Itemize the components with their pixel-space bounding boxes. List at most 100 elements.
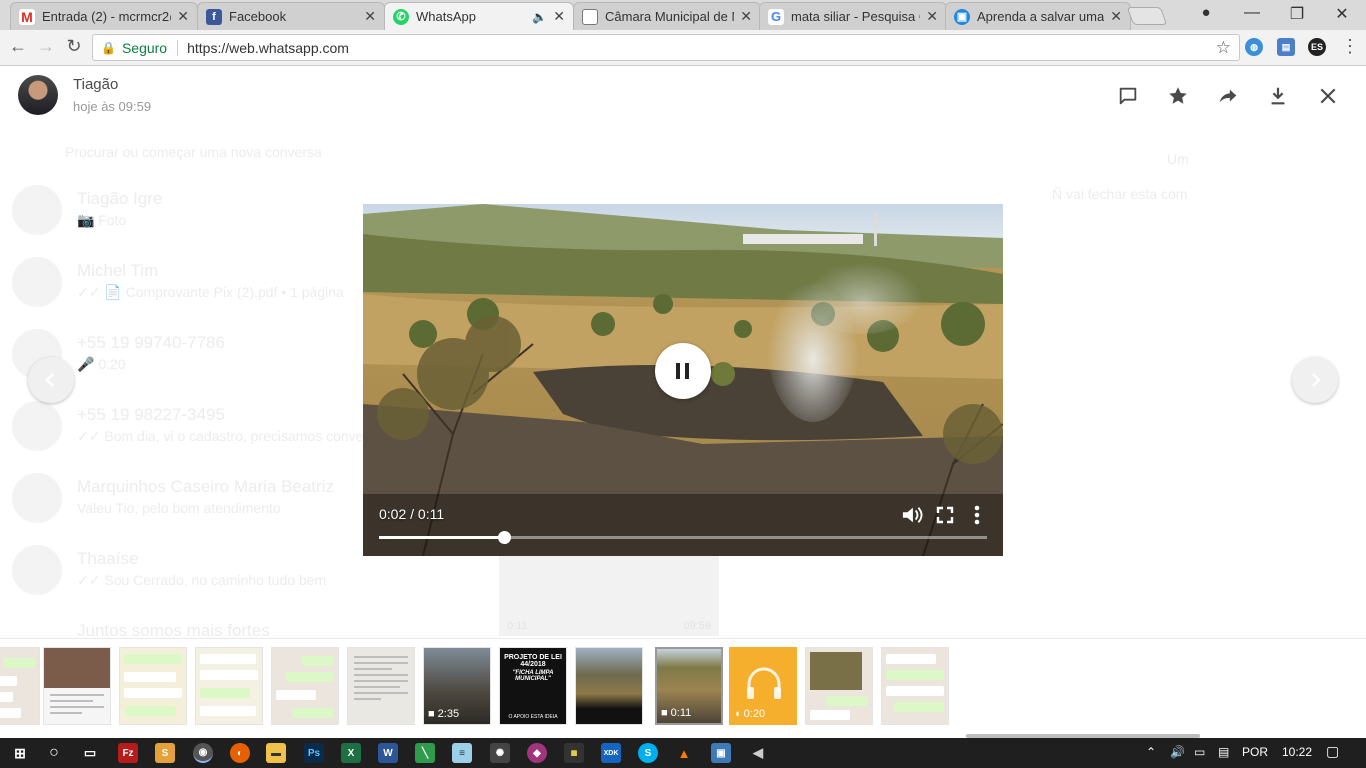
video-duration-label: ■ 2:35 bbox=[428, 708, 460, 720]
media-thumbnail-poster[interactable]: PROJETO DE LEI 44/2018 "FICHA LIMPA MUNI… bbox=[499, 647, 567, 725]
extension-globe-icon[interactable]: ◍ bbox=[1245, 38, 1263, 56]
close-tab-icon[interactable]: ✕ bbox=[926, 8, 938, 25]
tray-expand-icon[interactable]: ⌃ bbox=[1146, 745, 1156, 759]
media-thumbnail-audio[interactable]: ◖ 0:20 bbox=[729, 647, 797, 725]
forward-icon[interactable] bbox=[1216, 84, 1240, 108]
chat-preview: 📷 Foto bbox=[77, 212, 127, 228]
minimize-icon[interactable]: — bbox=[1232, 4, 1272, 22]
close-tab-icon[interactable]: ✕ bbox=[553, 8, 565, 25]
tab-facebook[interactable]: f Facebook ✕ bbox=[197, 2, 385, 30]
previous-media-button[interactable] bbox=[28, 357, 74, 403]
clock[interactable]: 10:22 bbox=[1282, 745, 1312, 759]
audio-duration-label: ◖ 0:20 bbox=[734, 708, 766, 720]
control-panel-icon[interactable]: ▣ bbox=[711, 743, 731, 763]
network-icon[interactable]: ▤ bbox=[1218, 745, 1229, 759]
media-thumbnail[interactable] bbox=[805, 647, 873, 725]
url-text[interactable]: https://web.whatsapp.com bbox=[187, 40, 349, 56]
file-explorer-icon[interactable]: ▬ bbox=[266, 743, 286, 763]
speaker-app-icon[interactable]: ◀ bbox=[748, 743, 768, 763]
page-icon bbox=[582, 8, 598, 25]
profile-icon[interactable]: ● bbox=[1186, 4, 1226, 21]
avatar[interactable] bbox=[18, 75, 58, 115]
notepad-icon[interactable]: ≡ bbox=[452, 743, 472, 763]
firefox-icon[interactable]: ◐ bbox=[230, 743, 250, 763]
forward-icon[interactable]: → bbox=[34, 36, 58, 57]
skype-icon[interactable]: S bbox=[638, 743, 658, 763]
more-options-icon[interactable] bbox=[966, 504, 988, 526]
tab-aprenda[interactable]: ▣ Aprenda a salvar uma co ✕ bbox=[945, 2, 1131, 30]
media-thumbnail[interactable] bbox=[575, 647, 643, 725]
excel-icon[interactable]: X bbox=[341, 743, 361, 763]
whatsapp-app: Procurar ou começar uma nova conversa Ti… bbox=[0, 67, 1366, 738]
close-tab-icon[interactable]: ✕ bbox=[740, 8, 752, 25]
fullscreen-icon[interactable] bbox=[934, 504, 956, 526]
app-icon[interactable]: ✺ bbox=[490, 743, 510, 763]
close-tab-icon[interactable]: ✕ bbox=[364, 8, 376, 25]
menu-icon[interactable]: ⋮ bbox=[1338, 36, 1362, 57]
media-thumbnail[interactable] bbox=[43, 647, 111, 725]
media-thumbnail[interactable] bbox=[195, 647, 263, 725]
search-icon[interactable]: ○ bbox=[44, 743, 64, 763]
app-icon[interactable]: ◆ bbox=[527, 743, 547, 763]
close-window-icon[interactable]: ✕ bbox=[1322, 4, 1362, 24]
volume-tray-icon[interactable]: 🔊 bbox=[1170, 745, 1185, 759]
message-text: Um bbox=[1167, 151, 1189, 167]
photoshop-icon[interactable]: Ps bbox=[304, 743, 324, 763]
close-tab-icon[interactable]: ✕ bbox=[1110, 8, 1122, 25]
new-tab-button[interactable] bbox=[1126, 7, 1168, 25]
pause-button[interactable] bbox=[655, 343, 711, 399]
volume-icon[interactable] bbox=[901, 504, 923, 526]
intel-xdk-icon[interactable]: XDK bbox=[601, 743, 621, 763]
speaker-icon[interactable]: 🔈 bbox=[532, 10, 547, 24]
avatar bbox=[12, 401, 62, 451]
windows-start-icon[interactable]: ⊞ bbox=[10, 743, 30, 763]
tab-title: Entrada (2) - mcrmcr2@ bbox=[42, 9, 172, 24]
close-icon[interactable] bbox=[1316, 84, 1340, 108]
next-media-button[interactable] bbox=[1292, 357, 1338, 403]
task-view-icon[interactable]: ▭ bbox=[80, 743, 100, 763]
battery-icon[interactable]: ▭ bbox=[1194, 745, 1205, 759]
pause-icon bbox=[676, 363, 689, 379]
back-icon[interactable]: ← bbox=[6, 36, 30, 57]
sublime-icon[interactable]: S bbox=[155, 743, 175, 763]
media-thumbnail[interactable] bbox=[881, 647, 949, 725]
word-icon[interactable]: W bbox=[378, 743, 398, 763]
media-thumbnail[interactable] bbox=[271, 647, 339, 725]
chat-preview: ✓✓ Bom dia, vi o cadastro, precisamos co… bbox=[77, 428, 388, 444]
contact-name[interactable]: Tiagão bbox=[73, 76, 118, 93]
download-icon[interactable] bbox=[1266, 84, 1290, 108]
extension-icon[interactable]: ▤ bbox=[1277, 38, 1295, 56]
app-icon[interactable]: ▦ bbox=[564, 743, 584, 763]
chat-name: Thaaíse bbox=[77, 549, 139, 568]
tab-gmail[interactable]: M Entrada (2) - mcrmcr2@ ✕ bbox=[10, 2, 198, 30]
media-thumbnail-video[interactable]: ■ 2:35 bbox=[423, 647, 491, 725]
media-thumbnail-video-selected[interactable]: ■ 0:11 bbox=[655, 647, 723, 725]
chrome-icon[interactable]: ◉ bbox=[193, 743, 213, 763]
filezilla-icon[interactable]: Fz bbox=[118, 743, 138, 763]
close-tab-icon[interactable]: ✕ bbox=[177, 8, 189, 25]
browser-toolbar: ← → ↻ 🔒 Seguro https://web.whatsapp.com … bbox=[0, 30, 1366, 66]
app-icon[interactable]: ▲ bbox=[674, 743, 694, 763]
chat-name: Marquinhos Caseiro Maria Beatriz bbox=[77, 477, 334, 496]
address-bar[interactable]: 🔒 Seguro https://web.whatsapp.com ☆ bbox=[92, 34, 1240, 61]
media-thumbnail[interactable] bbox=[347, 647, 415, 725]
notifications-icon[interactable]: ▢ bbox=[1326, 743, 1339, 760]
spreadsheet-icon[interactable]: ╲ bbox=[415, 743, 435, 763]
star-icon[interactable] bbox=[1166, 84, 1190, 108]
maximize-icon[interactable]: ❐ bbox=[1277, 4, 1317, 24]
bookmark-star-icon[interactable]: ☆ bbox=[1216, 38, 1231, 58]
progress-handle[interactable] bbox=[497, 531, 511, 544]
tab-google-search[interactable]: G mata siliar - Pesquisa Go ✕ bbox=[759, 2, 947, 30]
language-indicator[interactable]: POR bbox=[1242, 745, 1268, 759]
chat-preview: Valeu Tio, pelo bom atendimento bbox=[77, 500, 281, 516]
tab-whatsapp[interactable]: ✆ WhatsApp 🔈 ✕ bbox=[384, 2, 574, 30]
video-progress-bar[interactable] bbox=[379, 531, 987, 544]
reload-icon[interactable]: ↻ bbox=[62, 36, 86, 57]
tab-camara[interactable]: Câmara Municipal de M ✕ bbox=[573, 2, 761, 30]
profile-badge[interactable]: ES bbox=[1308, 38, 1326, 56]
media-thumbnail[interactable] bbox=[119, 647, 187, 725]
video-player[interactable]: 0:02 / 0:11 bbox=[363, 204, 1003, 556]
media-thumbnail[interactable] bbox=[0, 647, 40, 725]
go-to-message-icon[interactable] bbox=[1116, 84, 1140, 108]
windows-taskbar: ⊞ ○ ▭ Fz S ◉ ◐ ▬ Ps X W ╲ ≡ ✺ ◆ ▦ XDK S … bbox=[0, 738, 1366, 768]
